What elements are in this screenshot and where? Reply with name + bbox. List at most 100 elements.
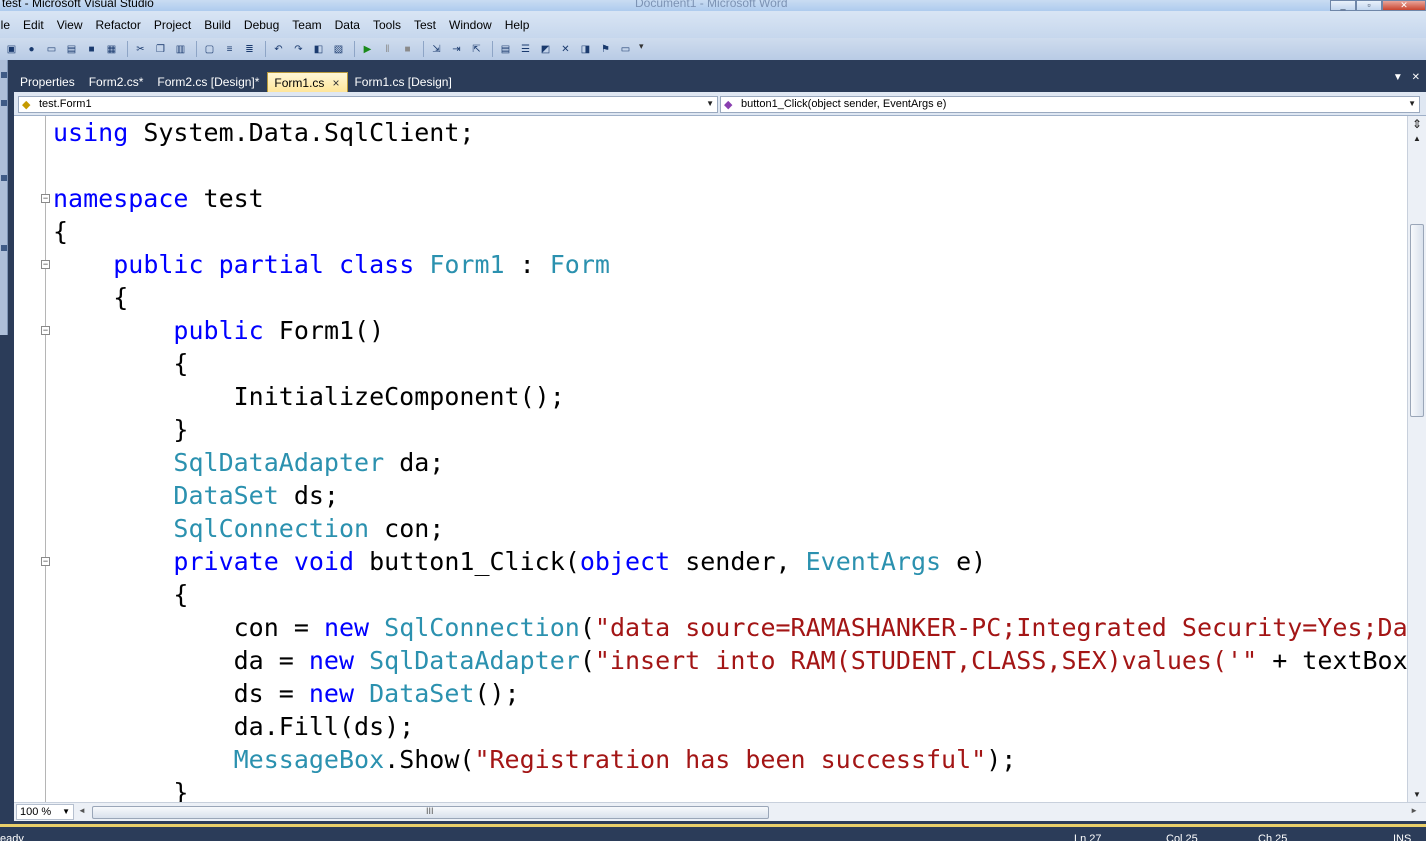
line-number: Ln 27 — [1074, 833, 1102, 841]
close-window-button[interactable]: ✕ — [1382, 0, 1426, 11]
menu-view[interactable]: View — [51, 18, 90, 32]
menu-build[interactable]: Build — [198, 18, 238, 32]
tab-form2-cs[interactable]: Form2.cs* — [83, 72, 152, 92]
code-line: { — [53, 347, 188, 380]
new-project-icon[interactable]: ▣ — [3, 41, 20, 57]
horizontal-scroll-thumb[interactable]: III — [92, 806, 769, 819]
start-page-icon[interactable]: ▭ — [617, 41, 634, 57]
pause-icon[interactable]: ‖ — [379, 41, 396, 57]
left-dock-strip — [0, 60, 8, 335]
menu-window[interactable]: Window — [443, 18, 499, 32]
stop-icon[interactable]: ■ — [399, 41, 416, 57]
menu-edit[interactable]: Edit — [17, 18, 51, 32]
vertical-scrollbar[interactable]: ⇕ ▲ ▼ — [1407, 116, 1426, 802]
data-sources-dock-icon[interactable] — [1, 175, 7, 181]
menu-debug[interactable]: Debug — [238, 18, 286, 32]
zoom-dropdown[interactable]: 100 % ▼ — [16, 804, 74, 820]
start-debug-icon[interactable]: ▶ — [359, 41, 376, 57]
collapse-constructor-icon[interactable]: − — [41, 326, 50, 335]
code-line: { — [53, 281, 128, 314]
step-out-icon[interactable]: ⇱ — [468, 41, 485, 57]
code-token: { — [53, 580, 189, 609]
tab-form1-cs[interactable]: Form1.cs × — [267, 72, 349, 92]
code-token: ds; — [278, 481, 339, 510]
add-existing-icon[interactable]: ▤ — [63, 41, 80, 57]
tab-properties[interactable]: Properties — [14, 72, 83, 92]
code-token: using — [53, 118, 129, 147]
paste-icon[interactable]: ▥ — [172, 41, 189, 57]
type-selector-dropdown[interactable]: ◆ test.Form1 ▼ — [18, 96, 718, 113]
chevron-down-icon: ▼ — [706, 99, 714, 108]
find-in-files-icon[interactable]: ▧ — [330, 41, 347, 57]
menu-test[interactable]: Test — [408, 18, 443, 32]
redo-icon[interactable]: ↷ — [290, 41, 307, 57]
properties-icon[interactable]: ☰ — [517, 41, 534, 57]
tab-label: Form1.cs — [274, 76, 325, 90]
step-over-icon[interactable]: ⇥ — [448, 41, 465, 57]
navigate-icon[interactable]: ◧ — [310, 41, 327, 57]
step-into-icon[interactable]: ⇲ — [428, 41, 445, 57]
code-token: Form1 — [429, 250, 505, 279]
error-list-icon[interactable]: ⚑ — [597, 41, 614, 57]
collapse-class-icon[interactable]: − — [41, 260, 50, 269]
object-browser-icon[interactable]: ◩ — [537, 41, 554, 57]
code-line: } — [53, 413, 188, 446]
cut-icon[interactable]: ✂ — [132, 41, 149, 57]
code-token: DataSet — [173, 481, 279, 510]
tab-label: Form2.cs [Design]* — [157, 75, 260, 89]
copy-icon[interactable]: ❐ — [152, 41, 169, 57]
member-selector-dropdown[interactable]: ◆ button1_Click(object sender, EventArgs… — [720, 96, 1420, 113]
comment-icon[interactable]: ≡ — [221, 41, 238, 57]
add-item-icon[interactable]: ● — [23, 41, 40, 57]
menu-team[interactable]: Team — [286, 18, 328, 32]
toolbox-icon[interactable]: ✕ — [557, 41, 574, 57]
save-icon[interactable]: ■ — [83, 41, 100, 57]
tab-dropdown-icon[interactable]: ▼ — [1393, 72, 1403, 83]
menu-help[interactable]: Help — [499, 18, 537, 32]
visual-studio-window: test - Microsoft Visual Studio Document1… — [0, 0, 1426, 841]
undo-icon[interactable]: ↶ — [270, 41, 287, 57]
scroll-right-icon[interactable]: ► — [1410, 806, 1418, 815]
tab-form1-cs-design[interactable]: Form1.cs [Design] — [348, 72, 459, 92]
split-window-icon[interactable]: ⇕ — [1410, 118, 1424, 132]
open-icon[interactable]: ▭ — [43, 41, 60, 57]
menu-tools[interactable]: Tools — [367, 18, 408, 32]
menu-data[interactable]: Data — [329, 18, 367, 32]
collapse-namespace-icon[interactable]: − — [41, 194, 50, 203]
toolbox-dock-icon[interactable] — [1, 72, 7, 78]
vertical-scroll-thumb[interactable] — [1410, 224, 1424, 417]
tab-label: Form2.cs* — [88, 75, 144, 89]
tab-form2-cs-design[interactable]: Form2.cs [Design]* — [151, 72, 267, 92]
restore-button[interactable]: ▫ — [1356, 0, 1382, 11]
menu-ile[interactable]: ile — [0, 18, 17, 32]
code-editor[interactable]: − − − − using System.Data.SqlClient; name… — [14, 116, 1407, 802]
code-line: ds = new DataSet(); — [53, 677, 520, 710]
find-icon[interactable]: ▢ — [201, 41, 218, 57]
grip-icon: III — [426, 806, 434, 816]
dock-tab-icon[interactable] — [1, 245, 7, 251]
code-line: } — [53, 776, 188, 802]
close-tab-icon[interactable]: × — [332, 76, 339, 90]
scroll-left-icon[interactable]: ◄ — [78, 806, 86, 815]
minimize-button[interactable]: _ — [1330, 0, 1356, 11]
column-number: Col 25 — [1166, 833, 1198, 841]
menu-project[interactable]: Project — [148, 18, 198, 32]
server-explorer-dock-icon[interactable] — [1, 100, 7, 106]
toolbar-options-icon[interactable]: ▾ — [639, 41, 647, 57]
scroll-up-icon[interactable]: ▲ — [1413, 134, 1421, 143]
collapse-method-icon[interactable]: − — [41, 557, 50, 566]
class-view-icon[interactable]: ◨ — [577, 41, 594, 57]
code-token: e) — [941, 547, 987, 576]
close-document-icon[interactable]: ✕ — [1412, 72, 1420, 83]
scroll-down-icon[interactable]: ▼ — [1413, 790, 1421, 799]
save-all-icon[interactable]: ▦ — [103, 41, 120, 57]
menu-refactor[interactable]: Refactor — [90, 18, 148, 32]
code-line: public partial class Form1 : Form — [53, 248, 610, 281]
uncomment-icon[interactable]: ≣ — [241, 41, 258, 57]
solution-explorer-icon[interactable]: ▤ — [497, 41, 514, 57]
horizontal-bar: 100 % ▼ ◄ III ► — [14, 802, 1426, 821]
code-token: con; — [369, 514, 445, 543]
code-token: button1_Click( — [354, 547, 580, 576]
code-line: DataSet ds; — [53, 479, 339, 512]
